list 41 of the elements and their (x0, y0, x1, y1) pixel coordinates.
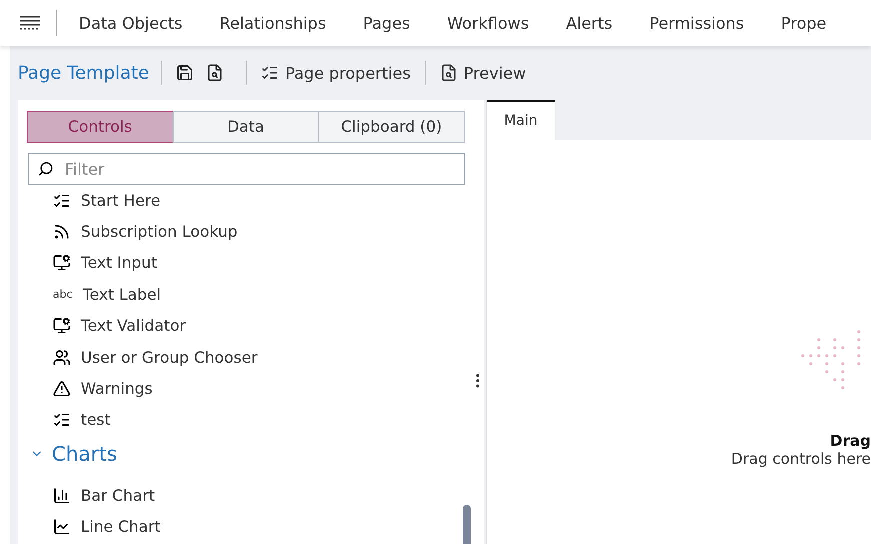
preview-icon (440, 64, 458, 82)
drop-hint: Drag controls here (731, 450, 871, 468)
nav-link[interactable]: Alerts (566, 14, 613, 32)
toolbar-button[interactable]: Preview (438, 62, 528, 84)
warning-icon (53, 380, 71, 398)
nav-link[interactable]: Permissions (650, 14, 744, 32)
control-item[interactable]: Text Input (28, 248, 484, 280)
nav-link[interactable]: Relationships (220, 14, 326, 32)
control-item[interactable]: Bar Chart (28, 480, 484, 512)
control-item[interactable]: User or Group Chooser (28, 342, 484, 374)
nav-link[interactable]: Prope (781, 14, 827, 32)
drop-title: Drag (830, 432, 871, 450)
nav-link[interactable]: Data Objects (79, 14, 183, 32)
toolbar-button[interactable]: Page properties (259, 62, 413, 84)
control-item[interactable]: Warnings (28, 373, 484, 405)
panel-tab[interactable]: Data (172, 111, 320, 143)
search-icon (38, 161, 54, 177)
filter-field[interactable]: Filter (28, 153, 465, 185)
line-chart-icon (53, 518, 71, 536)
section-header[interactable]: Charts (28, 436, 118, 472)
control-item[interactable]: Text Validator (28, 310, 484, 342)
control-item[interactable]: Subscription Lookup (28, 216, 484, 248)
text-input-icon (53, 317, 71, 336)
page-title: Page Template (18, 62, 150, 84)
menu-icon[interactable] (20, 16, 40, 30)
control-item[interactable]: test (28, 404, 484, 436)
control-item[interactable]: Start Here (28, 185, 484, 216)
bar-chart-icon (53, 486, 71, 505)
list-icon (261, 64, 280, 82)
nav-link[interactable]: Pages (363, 14, 410, 32)
text-input-icon (53, 254, 71, 272)
panel-tab[interactable]: Controls (27, 111, 174, 143)
canvas-tab[interactable]: Main (487, 100, 555, 140)
panel-tab[interactable]: Clipboard (0) (318, 111, 466, 143)
drop-illustration (801, 330, 863, 392)
control-item[interactable]: abc Text Label (28, 279, 484, 311)
nav-link[interactable]: Workflows (447, 14, 530, 32)
users-icon (53, 348, 71, 367)
feed-icon (53, 223, 71, 242)
abc-icon: abc (53, 288, 73, 302)
control-item[interactable]: Line Chart (28, 512, 484, 543)
